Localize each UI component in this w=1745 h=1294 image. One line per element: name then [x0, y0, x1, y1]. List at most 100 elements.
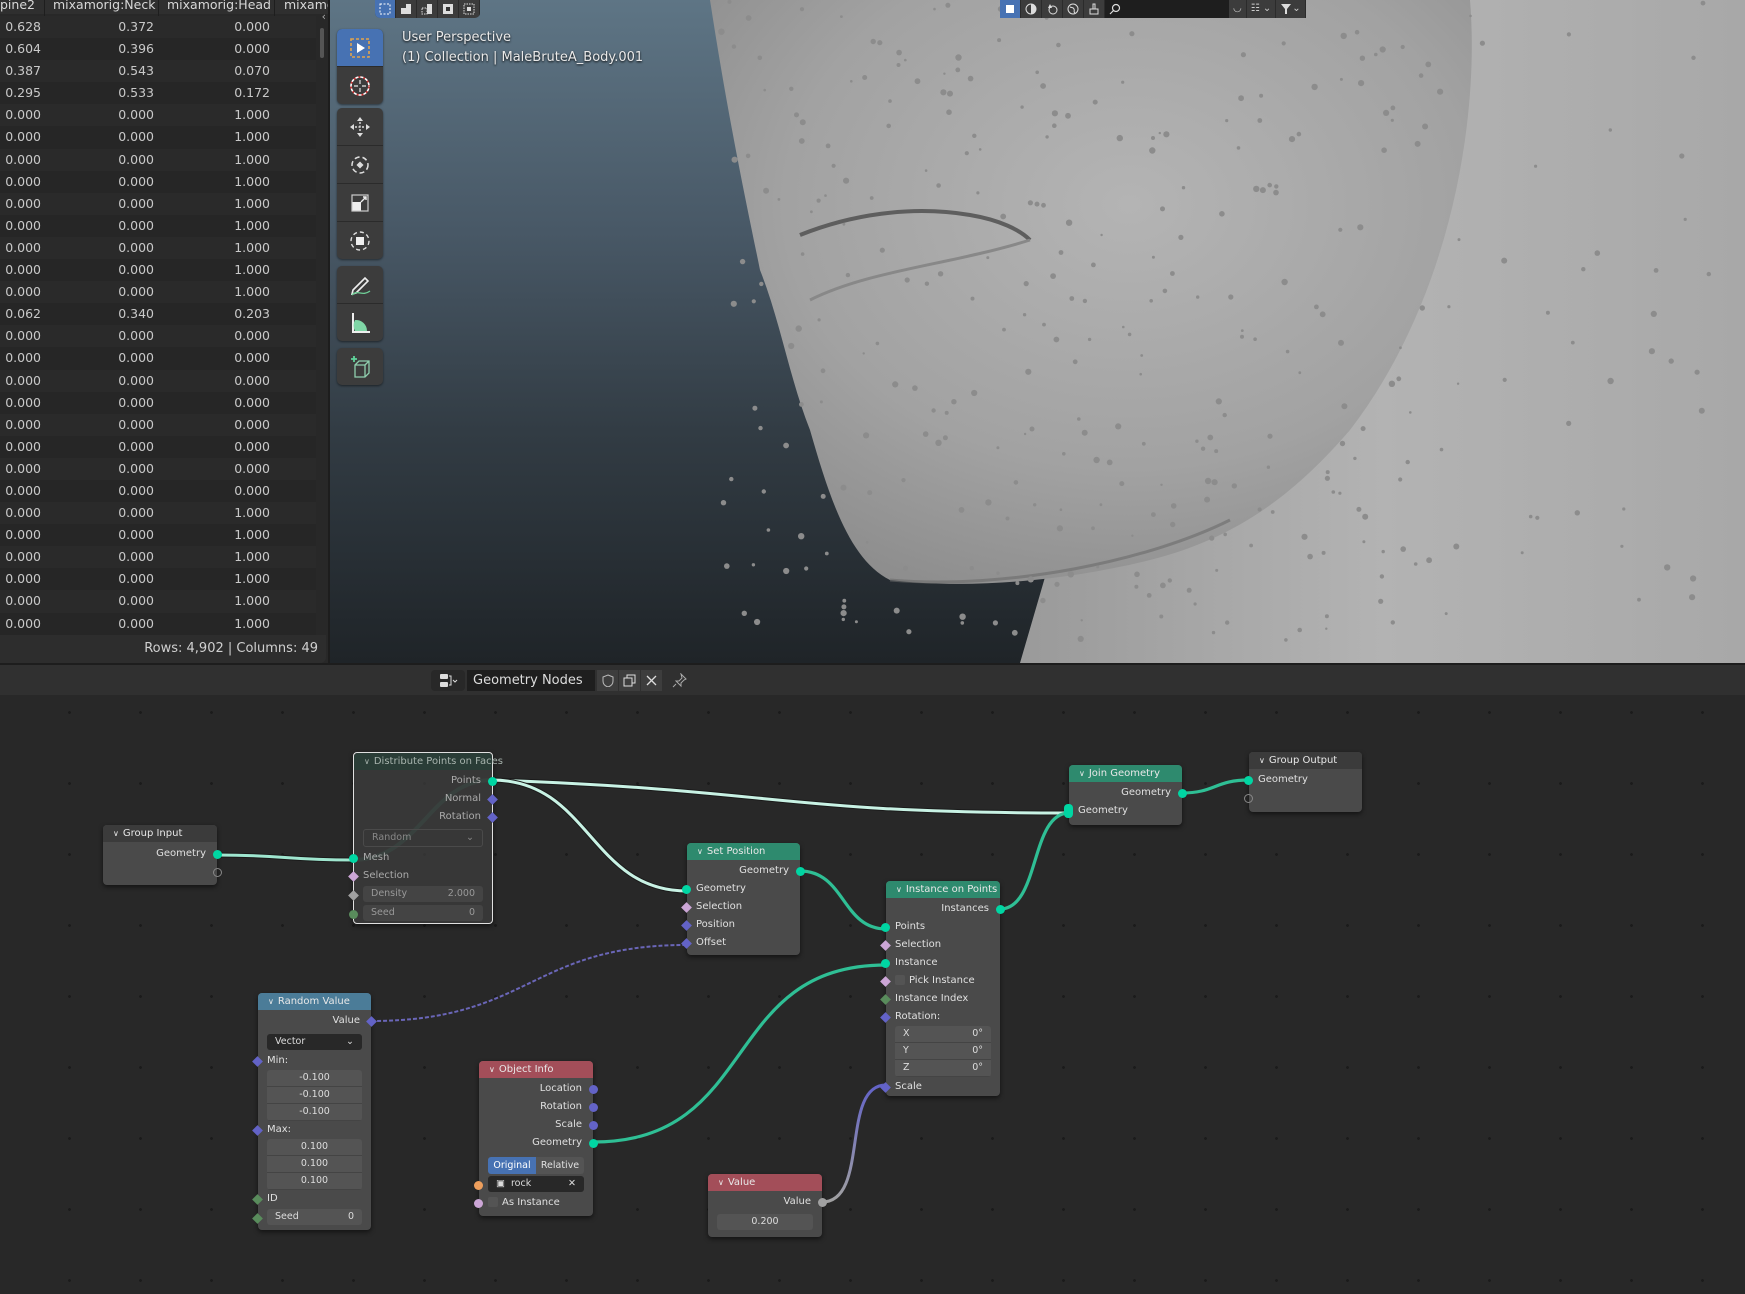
solid-shading-icon[interactable] — [1000, 0, 1021, 18]
multi-input-socket[interactable] — [1064, 804, 1073, 818]
points-socket[interactable] — [881, 922, 890, 932]
geometry-output-socket[interactable] — [796, 866, 805, 876]
mesh-socket[interactable] — [349, 853, 358, 863]
node-instance-on-points[interactable]: ∨ Instance on Points Instances Points Sel… — [880, 881, 1005, 1096]
select-difference-mode-icon[interactable] — [438, 0, 459, 18]
node-object-info[interactable]: ∨ Object Info Location Rotation Scale Geo… — [474, 1061, 598, 1216]
geometry-socket[interactable] — [213, 849, 222, 859]
collapse-chevron-icon[interactable]: ∨ — [489, 1061, 495, 1078]
tool-annotate[interactable] — [337, 266, 383, 304]
rotation-socket[interactable] — [589, 1102, 598, 1112]
node-header[interactable]: ∨ Value — [708, 1174, 822, 1191]
collapse-sidebar-icon[interactable]: ‹ — [322, 10, 326, 23]
rotation-socket[interactable] — [880, 1011, 891, 1023]
outliner-display-dropdown[interactable]: ☷ ⌄ — [1246, 0, 1277, 18]
tool-move[interactable] — [337, 108, 383, 146]
min-socket[interactable] — [252, 1055, 263, 1067]
node-tree-browse-button[interactable] — [431, 670, 465, 691]
instance-index-socket[interactable] — [880, 993, 891, 1005]
selection-socket[interactable] — [681, 901, 692, 913]
unlink-tree-button[interactable] — [641, 670, 662, 691]
column-header[interactable]: mixamorig:Head — [167, 0, 271, 11]
node-group-input[interactable]: ∨ Group Input Geometry — [103, 825, 222, 885]
collapse-chevron-icon[interactable]: ∨ — [718, 1174, 724, 1191]
world-icon[interactable] — [1063, 0, 1084, 18]
node-editor[interactable]: Geometry Nodes ∨ Group Input Geometry ∨ … — [0, 665, 1745, 1294]
relative-button[interactable]: Relative — [536, 1157, 584, 1174]
viewport-search-field[interactable] — [1105, 0, 1229, 18]
min-z-field[interactable]: -0.100 — [267, 1104, 362, 1121]
as-instance-socket[interactable] — [474, 1198, 483, 1208]
selection-socket[interactable] — [348, 870, 359, 882]
data-type-dropdown[interactable]: Vector ⌄ — [267, 1034, 362, 1050]
value-output-socket[interactable] — [818, 1197, 827, 1207]
node-distribute-points-on-faces[interactable]: ∨ Distribute Points on Faces Points Norma… — [348, 752, 503, 924]
scale-socket[interactable] — [589, 1120, 598, 1130]
density-field[interactable]: Density 2.000 — [363, 886, 483, 902]
pin-button[interactable] — [668, 670, 690, 691]
collapse-chevron-icon[interactable]: ∨ — [697, 843, 703, 860]
fake-user-button[interactable] — [597, 670, 618, 691]
tool-cursor[interactable] — [337, 67, 383, 104]
tool-rotate[interactable] — [337, 146, 383, 184]
geometry-input-socket[interactable] — [1244, 775, 1253, 785]
max-x-field[interactable]: 0.100 — [267, 1139, 362, 1156]
seed-field[interactable]: Seed 0 — [363, 905, 483, 921]
select-intersect-mode-icon[interactable] — [459, 0, 480, 18]
node-tree-name-field[interactable]: Geometry Nodes — [467, 670, 595, 691]
collapse-chevron-icon[interactable]: ∨ — [364, 753, 370, 770]
scale-socket[interactable] — [880, 1081, 891, 1093]
points-socket[interactable] — [488, 776, 497, 786]
brush-icon[interactable] — [1084, 0, 1105, 18]
clear-object-icon[interactable]: ✕ — [568, 1176, 576, 1192]
node-header[interactable]: ∨ Set Position — [687, 843, 800, 860]
geometry-socket[interactable] — [589, 1138, 598, 1148]
tool-add-cube[interactable] — [337, 348, 383, 385]
position-socket[interactable] — [681, 919, 692, 931]
tool-scale[interactable] — [337, 184, 383, 222]
node-random-value[interactable]: ∨ Random Value Value Vector ⌄ Min: -0.100 … — [252, 993, 377, 1230]
tool-measure[interactable] — [337, 304, 383, 341]
normal-socket[interactable] — [487, 793, 498, 805]
object-field[interactable]: ▣ rock ✕ — [488, 1176, 584, 1192]
object-socket[interactable] — [474, 1180, 483, 1190]
location-socket[interactable] — [589, 1084, 598, 1094]
node-header[interactable]: ∨ Group Input — [103, 825, 217, 842]
instances-socket[interactable] — [996, 904, 1005, 914]
select-new-mode-icon[interactable] — [375, 0, 396, 18]
filter-curve-dropdown[interactable]: ◡ — [1229, 0, 1247, 18]
id-socket[interactable] — [252, 1193, 263, 1205]
material-preview-icon[interactable] — [1021, 0, 1042, 18]
rotation-z-field[interactable]: Z 0° — [895, 1060, 991, 1077]
collapse-chevron-icon[interactable]: ∨ — [113, 825, 119, 842]
max-y-field[interactable]: 0.100 — [267, 1156, 362, 1173]
geometry-input-socket[interactable] — [682, 884, 691, 894]
min-y-field[interactable]: -0.100 — [267, 1087, 362, 1104]
value-field[interactable]: 0.200 — [717, 1214, 813, 1230]
3d-viewport[interactable]: User Perspective (1) Collection | MaleBr… — [330, 0, 1745, 663]
pick-instance-checkbox[interactable] — [895, 975, 905, 985]
node-header[interactable]: ∨ Group Output — [1249, 752, 1362, 769]
seed-socket[interactable] — [349, 909, 358, 919]
value-output-socket[interactable] — [366, 1015, 377, 1027]
node-value[interactable]: ∨ Value Value 0.200 — [708, 1174, 827, 1237]
original-button[interactable]: Original — [488, 1157, 536, 1174]
rotation-socket[interactable] — [487, 811, 498, 823]
duplicate-tree-button[interactable] — [619, 670, 640, 691]
node-group-output[interactable]: ∨ Group Output Geometry — [1244, 752, 1362, 812]
scrollbar[interactable] — [320, 28, 324, 58]
min-x-field[interactable]: -0.100 — [267, 1070, 362, 1087]
max-socket[interactable] — [252, 1124, 263, 1136]
max-z-field[interactable]: 0.100 — [267, 1173, 362, 1190]
offset-socket[interactable] — [681, 937, 692, 949]
pick-instance-socket[interactable] — [880, 975, 891, 987]
as-instance-checkbox[interactable] — [488, 1197, 498, 1207]
rotation-y-field[interactable]: Y 0° — [895, 1043, 991, 1060]
geometry-output-socket[interactable] — [1178, 788, 1187, 798]
distribute-method-dropdown[interactable]: Random ⌄ — [363, 829, 483, 847]
node-join-geometry[interactable]: ∨ Join Geometry Geometry Geometry — [1064, 765, 1187, 825]
column-header[interactable]: pine2 — [0, 0, 35, 11]
column-header[interactable]: mixamorig:Neck — [53, 0, 155, 11]
collapse-chevron-icon[interactable]: ∨ — [1079, 765, 1085, 782]
rotation-x-field[interactable]: X 0° — [895, 1026, 991, 1043]
